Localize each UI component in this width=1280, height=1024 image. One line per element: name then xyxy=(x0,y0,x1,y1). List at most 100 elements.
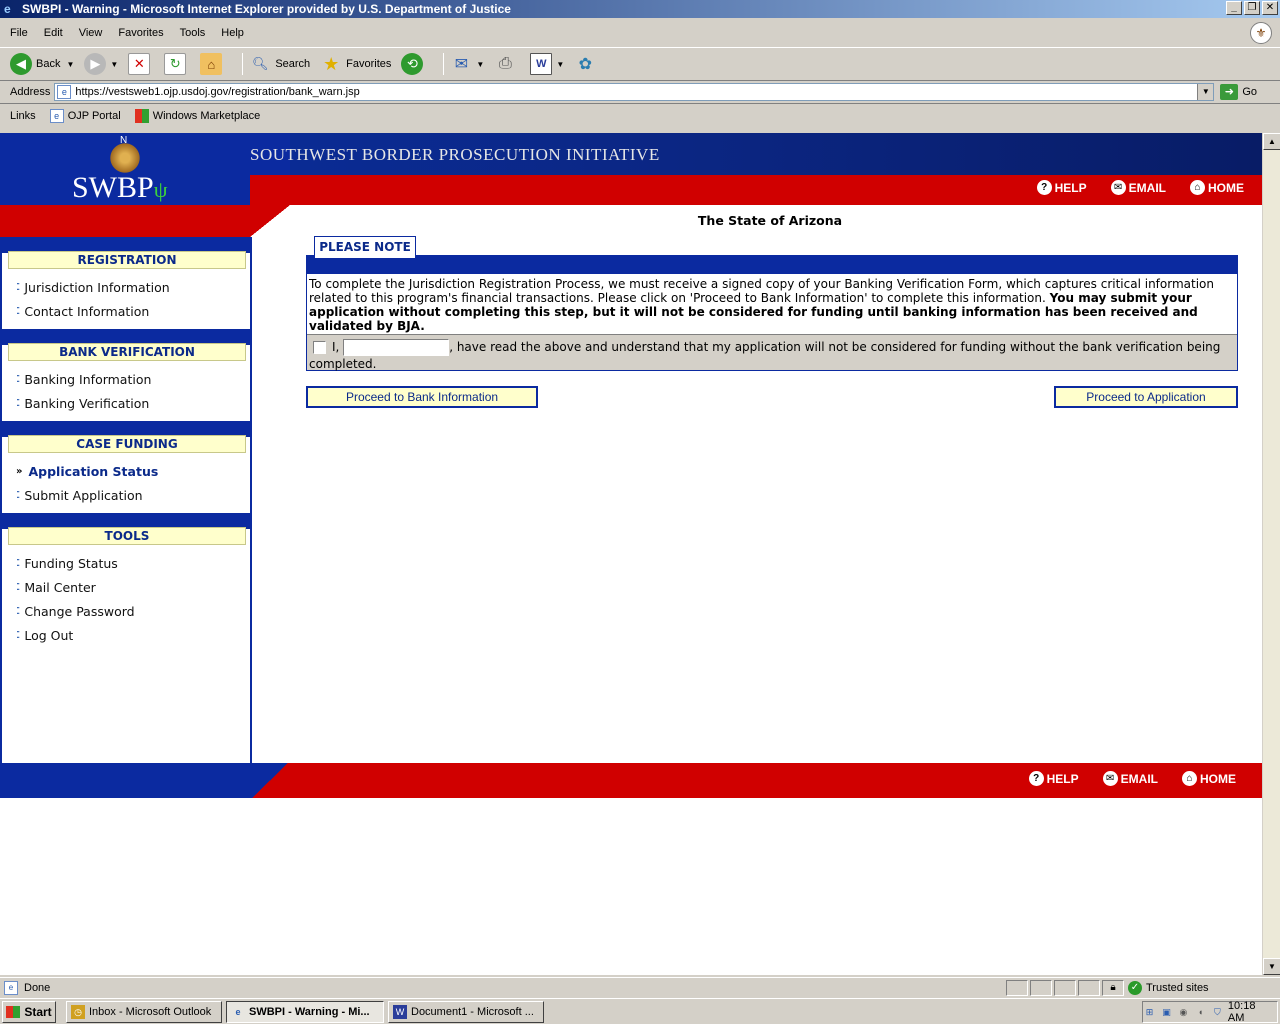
menu-tools[interactable]: Tools xyxy=(180,27,206,39)
security-zone[interactable]: ✓ Trusted sites xyxy=(1128,980,1209,995)
please-note-tab: PLEASE NOTE xyxy=(314,236,416,258)
nav-item-banking-information[interactable]: ⁚⁚ Banking Information xyxy=(2,367,250,391)
window-controls: _ ❐ ✕ xyxy=(1226,1,1278,15)
bullet-icon: ⁚⁚ xyxy=(16,373,21,385)
nav-item-contact-information[interactable]: ⁚⁚ Contact Information xyxy=(2,299,250,323)
status-cell xyxy=(1030,979,1052,996)
nav-section-registration: REGISTRATION ⁚⁚ Jurisdiction Information … xyxy=(2,237,250,329)
start-button[interactable]: Start xyxy=(2,1000,56,1023)
stop-button[interactable]: ✕ xyxy=(128,53,154,75)
status-cell xyxy=(1006,979,1028,996)
header-home-link[interactable]: ⌂ HOME xyxy=(1190,180,1244,195)
vertical-scrollbar[interactable]: ▲ ▼ xyxy=(1262,133,1280,975)
email-icon: ✉ xyxy=(1110,180,1126,195)
forward-dropdown-icon[interactable]: ▼ xyxy=(110,60,118,69)
address-input[interactable]: e https://vestsweb1.ojp.usdoj.gov/regist… xyxy=(54,83,1215,101)
mail-icon: ✉ xyxy=(454,56,469,73)
minimize-button[interactable]: _ xyxy=(1226,1,1242,15)
task-label: Document1 - Microsoft ... xyxy=(411,1005,534,1018)
nav-item-label: Submit Application xyxy=(24,487,143,503)
clock[interactable]: 10:18 AM xyxy=(1228,1000,1271,1024)
link-ojp-portal[interactable]: e OJP Portal xyxy=(49,109,121,123)
edit-word-button[interactable]: W ▼ xyxy=(530,53,564,75)
refresh-button[interactable]: ↻ xyxy=(164,53,190,75)
proceed-to-bank-information-button[interactable]: Proceed to Bank Information xyxy=(306,386,538,408)
menu-edit[interactable]: Edit xyxy=(44,27,63,39)
nav-item-label: Jurisdiction Information xyxy=(24,279,170,295)
header-help-link[interactable]: ? HELP xyxy=(1036,180,1087,195)
menu-help[interactable]: Help xyxy=(221,27,244,39)
volume-icon[interactable]: ◉ xyxy=(1177,1005,1190,1019)
favorites-button[interactable]: ★ Favorites xyxy=(320,53,391,75)
home-button[interactable]: ⌂ xyxy=(200,53,226,75)
nav-item-label: Banking Verification xyxy=(24,395,150,411)
nav-item-label: Mail Center xyxy=(24,579,96,595)
header-links: ? HELP ✉ EMAIL ⌂ HOME xyxy=(1036,180,1244,195)
task-ie-swbpi[interactable]: e SWBPI - Warning - Mi... xyxy=(226,1000,384,1023)
ie-icon: e xyxy=(235,1006,241,1017)
go-arrow-icon: ➜ xyxy=(1220,84,1239,100)
footer-diagonal xyxy=(252,763,288,798)
nav-item-mail-center[interactable]: ⁚⁚ Mail Center xyxy=(2,575,250,599)
link-windows-marketplace[interactable]: Windows Marketplace xyxy=(134,109,260,123)
page-viewport: N SWBPψ SOUTHWEST BORDER PROSECUTION INI… xyxy=(0,133,1262,975)
nav-item-application-status[interactable]: » Application Status xyxy=(2,459,250,483)
email-icon: ✉ xyxy=(1102,771,1118,786)
go-button[interactable]: ➜ Go xyxy=(1220,84,1257,100)
bullet-icon: ⁚⁚ xyxy=(16,397,21,409)
standard-toolbar: ◀ Back ▼ ▶ ▼ ✕ ↻ ⌂ 🔍︎ Search ★ Favorites… xyxy=(0,47,1280,81)
go-label: Go xyxy=(1242,86,1258,98)
lock-icon[interactable]: 🔒︎ xyxy=(1102,979,1124,996)
messenger-button[interactable]: ✿ xyxy=(574,53,600,75)
footer-email-link[interactable]: ✉ EMAIL xyxy=(1102,771,1158,786)
mail-dropdown-icon[interactable]: ▼ xyxy=(476,60,484,69)
header-email-link[interactable]: ✉ EMAIL xyxy=(1110,180,1166,195)
nav-item-label: Log Out xyxy=(24,627,74,643)
edit-dropdown-icon[interactable]: ▼ xyxy=(556,60,564,69)
print-icon: ⎙ xyxy=(498,55,512,72)
nav-section-bank-verification: BANK VERIFICATION ⁚⁚ Banking Information … xyxy=(2,329,250,421)
menu-favorites[interactable]: Favorites xyxy=(118,27,163,39)
task-word[interactable]: W Document1 - Microsoft ... xyxy=(388,1000,544,1023)
footer-links: ? HELP ✉ EMAIL ⌂ HOME xyxy=(1028,771,1236,786)
task-outlook[interactable]: ◷ Inbox - Microsoft Outlook xyxy=(66,1000,222,1023)
print-button[interactable]: ⎙ xyxy=(494,53,520,75)
footer-blue-band xyxy=(0,763,290,798)
footer-home-link[interactable]: ⌂ HOME xyxy=(1182,771,1236,786)
mail-button[interactable]: ✉ ▼ xyxy=(450,53,485,75)
scroll-up-icon[interactable]: ▲ xyxy=(1263,133,1280,150)
shield-icon[interactable]: ⛉ xyxy=(1211,1005,1224,1019)
left-navigation: REGISTRATION ⁚⁚ Jurisdiction Information … xyxy=(0,237,252,763)
bullet-icon: ⁚⁚ xyxy=(16,581,21,593)
network-icon[interactable]: ⊞ xyxy=(1143,1005,1156,1019)
nav-section-title: CASE FUNDING xyxy=(8,435,246,453)
ie-logo-icon: e xyxy=(4,2,11,16)
nav-item-jurisdiction-information[interactable]: ⁚⁚ Jurisdiction Information xyxy=(2,275,250,299)
help-label: HELP xyxy=(1054,180,1087,195)
restore-button[interactable]: ❐ xyxy=(1244,1,1260,15)
menu-view[interactable]: View xyxy=(79,27,103,39)
display-icon[interactable]: ▣ xyxy=(1160,1005,1173,1019)
footer-help-link[interactable]: ? HELP xyxy=(1028,771,1079,786)
nav-item-funding-status[interactable]: ⁚⁚ Funding Status xyxy=(2,551,250,575)
ack-name-input[interactable] xyxy=(343,339,450,356)
menu-file[interactable]: File xyxy=(10,27,28,39)
help-icon: ? xyxy=(1036,180,1052,195)
address-dropdown-icon[interactable]: ▼ xyxy=(1197,84,1214,100)
back-button[interactable]: ◀ Back ▼ xyxy=(10,53,74,75)
forward-button[interactable]: ▶ ▼ xyxy=(84,53,118,75)
history-button[interactable]: ⟲ xyxy=(401,53,427,75)
back-dropdown-icon[interactable]: ▼ xyxy=(66,60,74,69)
close-button[interactable]: ✕ xyxy=(1262,1,1278,15)
site-logo[interactable]: SWBPψ xyxy=(72,171,167,205)
speaker-icon[interactable]: ◖ xyxy=(1194,1005,1207,1019)
acknowledge-checkbox[interactable] xyxy=(313,341,326,354)
proceed-to-application-button[interactable]: Proceed to Application xyxy=(1054,386,1238,408)
home-label: HOME xyxy=(1208,180,1244,195)
scroll-down-icon[interactable]: ▼ xyxy=(1263,958,1280,975)
nav-item-log-out[interactable]: ⁚⁚ Log Out xyxy=(2,623,250,647)
nav-item-banking-verification[interactable]: ⁚⁚ Banking Verification xyxy=(2,391,250,415)
nav-item-submit-application[interactable]: ⁚⁚ Submit Application xyxy=(2,483,250,507)
nav-item-change-password[interactable]: ⁚⁚ Change Password xyxy=(2,599,250,623)
search-button[interactable]: 🔍︎ Search xyxy=(249,53,310,75)
